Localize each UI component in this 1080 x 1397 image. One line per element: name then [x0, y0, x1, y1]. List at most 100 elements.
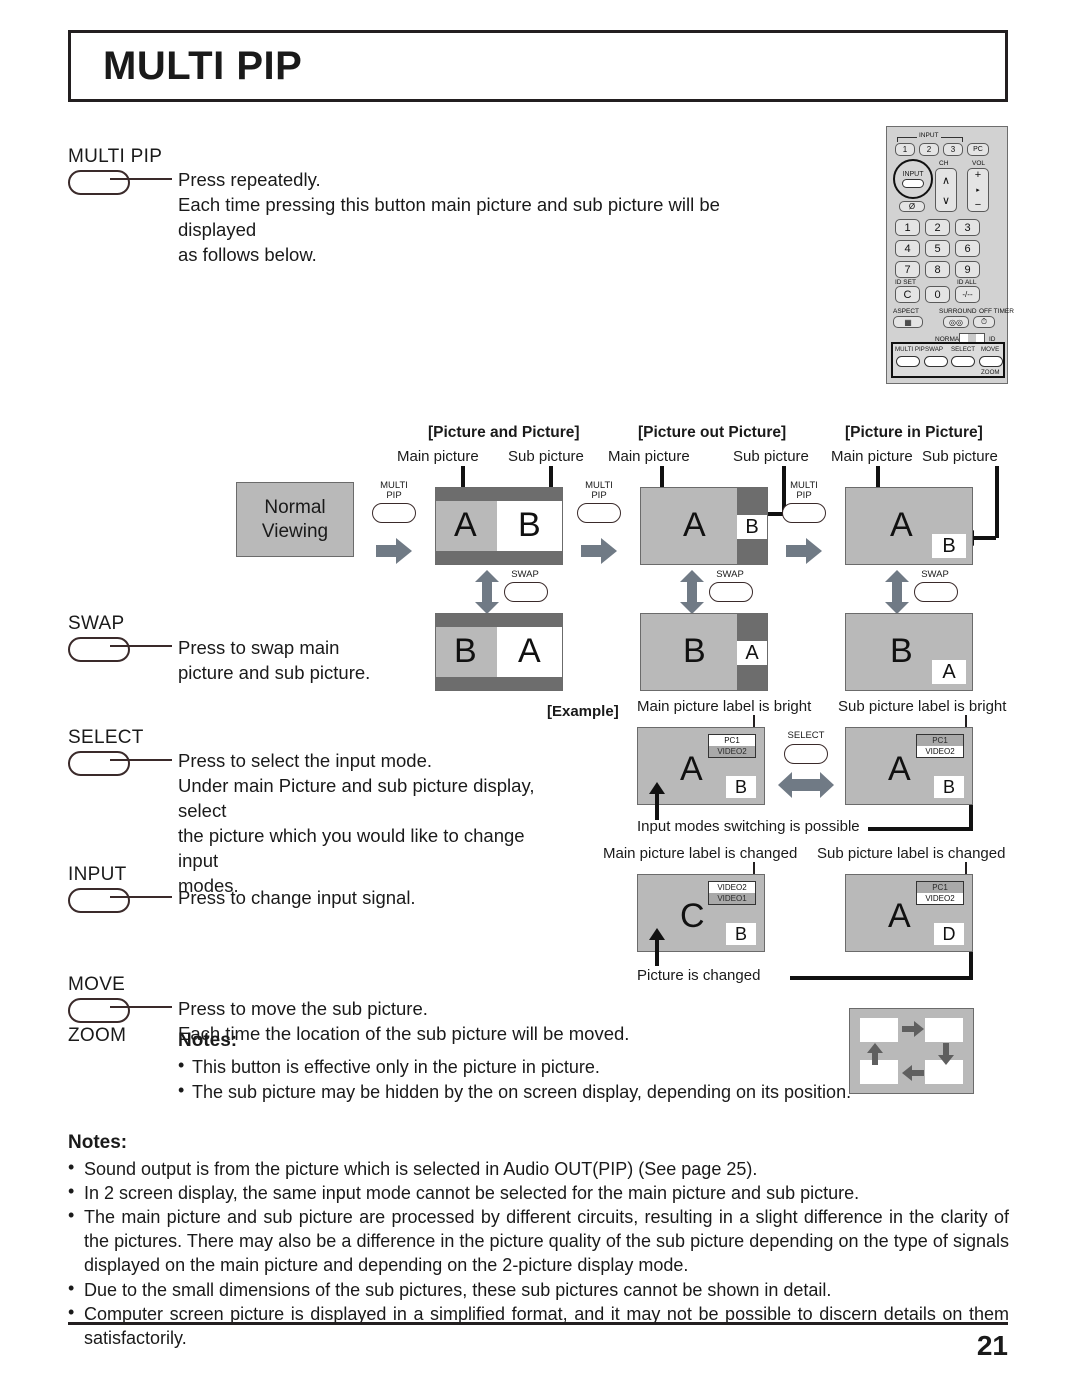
note-bullet-2: • — [68, 1181, 75, 1201]
remote-input-dial-key[interactable] — [902, 178, 924, 188]
remote-key-8[interactable]: 8 — [925, 261, 950, 278]
changed-right-osd-bottom: VIDEO2 — [917, 893, 963, 904]
pap-bottom-main-letter: B — [454, 632, 477, 670]
remote-key-input2[interactable]: 2 — [919, 143, 939, 156]
pop-top-screen: B A — [640, 487, 768, 565]
aspect-icon[interactable]: ▦ — [893, 316, 923, 328]
remote-ch-label: CH — [939, 160, 949, 167]
pop-swap-label: SWAP — [716, 569, 744, 580]
move-arrow-right-icon — [902, 1021, 924, 1037]
move-note-bullet-1: • — [178, 1055, 185, 1075]
remote-ch-down[interactable]: ∨ — [942, 194, 950, 207]
flow-multi-pip-label-1: MULTI PIP — [380, 480, 408, 501]
pip-sub-pointer-line — [995, 466, 999, 538]
remote-btn-swap[interactable] — [924, 356, 948, 367]
remote-key-5[interactable]: 5 — [925, 240, 950, 257]
move-note-1: This button is effective only in the pic… — [192, 1057, 600, 1077]
remote-key-1[interactable]: 1 — [895, 219, 920, 236]
remote-btn-multi-pip[interactable] — [896, 356, 920, 367]
pop-sub-letter-box: B — [737, 515, 767, 539]
input-button[interactable] — [68, 888, 130, 913]
changed-left-sub-letter-box: B — [726, 923, 756, 945]
remote-btn-select[interactable] — [951, 356, 975, 367]
input-switch-arrow-head — [649, 782, 665, 794]
move-arrow-up-icon — [867, 1043, 883, 1065]
mode-header-picture-out-picture: [Picture out Picture] — [638, 424, 787, 441]
remote-input-group-label: INPUT — [917, 132, 941, 139]
remote-key-dash[interactable]: -/-- — [955, 286, 980, 303]
remote-key-6[interactable]: 6 — [955, 240, 980, 257]
remote-key-0[interactable]: 0 — [925, 286, 950, 303]
remote-key-4[interactable]: 4 — [895, 240, 920, 257]
remote-key-mute[interactable]: Ø — [899, 201, 925, 212]
remote-key-3[interactable]: 3 — [955, 219, 980, 236]
move-note-bullet-2: • — [178, 1080, 185, 1100]
sub-position-top-left — [860, 1018, 898, 1042]
pap-top-letterbox-bar — [436, 488, 562, 501]
select-description: Press to select the input mode. Under ma… — [178, 750, 535, 896]
page-title: MULTI PIP — [103, 43, 303, 88]
pap-swap-arrow — [475, 570, 499, 614]
remote-btn-label-select: SELECT — [951, 346, 976, 353]
remote-input-dial[interactable]: INPUT — [893, 159, 933, 199]
example-left-osd-bottom: VIDEO2 — [709, 746, 755, 757]
example-right-sub-letter-box: B — [934, 776, 964, 798]
flow-multi-pip-button-3[interactable] — [782, 503, 826, 523]
input-leader-line — [110, 896, 172, 898]
select-button-label: SELECT — [68, 727, 144, 748]
changed-right-caption: Sub picture label is changed — [817, 845, 1006, 862]
picture-changed-caption: Picture is changed — [637, 967, 761, 984]
example-select-button[interactable] — [784, 744, 828, 764]
normal-viewing-screen: Normal Viewing — [236, 482, 354, 557]
pip-sub-letter-box: B — [932, 534, 966, 558]
pop-sub-picture-label: Sub picture — [733, 448, 809, 465]
example-tag: [Example] — [547, 703, 619, 720]
remote-key-pc[interactable]: PC — [967, 143, 989, 156]
note-item-2: In 2 screen display, the same input mode… — [84, 1183, 860, 1203]
pap-swap-button[interactable] — [504, 582, 548, 602]
swap-leader-line — [110, 645, 172, 647]
notes-heading: Notes: — [68, 1132, 128, 1153]
note-item-4: Due to the small dimensions of the sub p… — [84, 1280, 832, 1300]
select-button[interactable] — [68, 751, 130, 776]
remote-key-2[interactable]: 2 — [925, 219, 950, 236]
example-right-osd: PC1 VIDEO2 — [916, 734, 964, 758]
pip-swap-label: SWAP — [921, 569, 949, 580]
move-description: Press to move the sub picture. Each time… — [178, 998, 630, 1044]
changed-right-screen: A D PC1 VIDEO2 — [845, 874, 973, 952]
remote-vol-down[interactable]: − — [975, 199, 981, 211]
remote-vol-up[interactable]: + — [975, 169, 981, 181]
flow-multi-pip-button-2[interactable] — [577, 503, 621, 523]
example-right-main-letter: A — [888, 750, 911, 788]
example-select-lr-arrow — [778, 772, 834, 798]
page-title-box: MULTI PIP — [68, 30, 1008, 102]
remote-ch-up[interactable]: ∧ — [942, 174, 950, 187]
remote-key-c[interactable]: C — [895, 286, 920, 303]
multi-pip-leader-line — [110, 178, 172, 180]
remote-numpad-row-3: 7 8 9 — [895, 261, 980, 278]
pip-main-letter: A — [890, 506, 913, 544]
remote-key-7[interactable]: 7 — [895, 261, 920, 278]
remote-key-9[interactable]: 9 — [955, 261, 980, 278]
remote-vol-rocker[interactable]: + ▸ − — [967, 168, 989, 212]
flow-multi-pip-button-1[interactable] — [372, 503, 416, 523]
remote-numpad-row-4: C 0 -/-- — [895, 286, 980, 303]
remote-btn-move[interactable] — [979, 356, 1003, 367]
select-button-block: SELECT — [68, 727, 144, 776]
swap-button[interactable] — [68, 637, 130, 662]
example-right-osd-bottom: VIDEO2 — [917, 746, 963, 757]
remote-key-input1[interactable]: 1 — [895, 143, 915, 156]
pip-bottom-screen: A B — [845, 613, 973, 691]
input-button-block: INPUT — [68, 864, 130, 913]
input-switch-route-v — [969, 805, 973, 829]
pip-swap-button[interactable] — [914, 582, 958, 602]
off-timer-icon[interactable]: ⏱ — [973, 316, 995, 328]
surround-icon[interactable]: ◎◎ — [943, 316, 969, 328]
example-left-osd: PC1 VIDEO2 — [708, 734, 756, 758]
multi-pip-button[interactable] — [68, 170, 130, 195]
pop-swap-button[interactable] — [709, 582, 753, 602]
changed-right-osd-top: PC1 — [917, 882, 963, 893]
remote-key-input3[interactable]: 3 — [943, 143, 963, 156]
move-button[interactable] — [68, 998, 130, 1023]
remote-ch-rocker[interactable]: ∧ ∨ — [935, 168, 957, 212]
